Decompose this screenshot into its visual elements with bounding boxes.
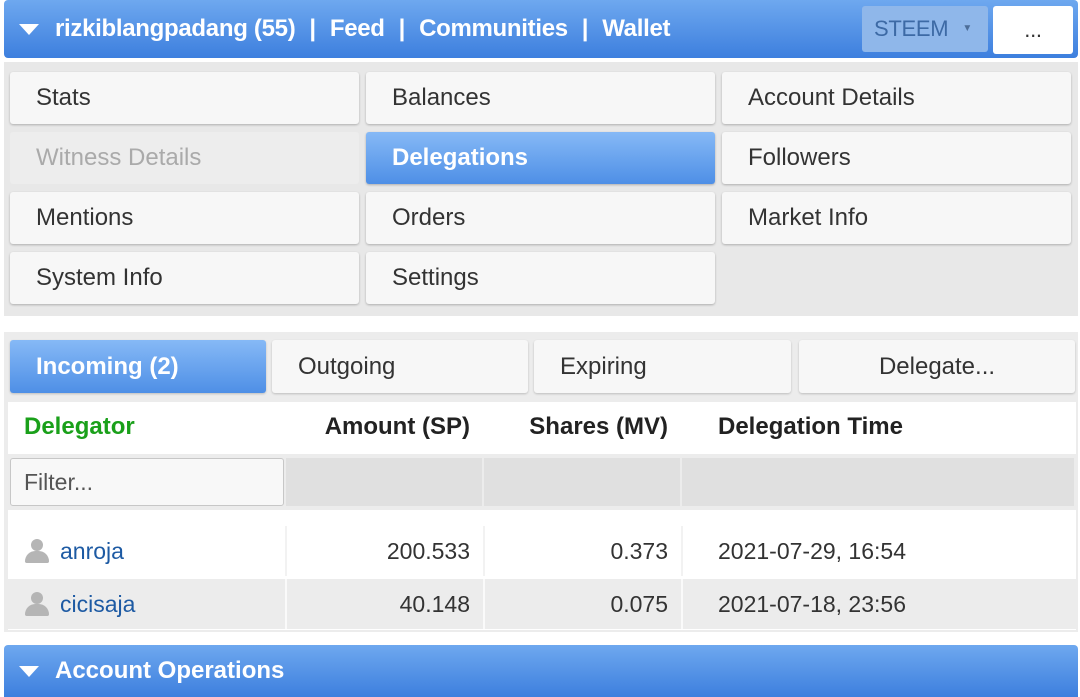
account-header-bar: rizkiblangpadang (55) | Feed | Communiti… [4,0,1078,58]
delegations-panel: Incoming (2) Outgoing Expiring Delegate.… [4,332,1078,632]
column-header-delegator[interactable]: Delegator [24,402,135,452]
collapse-triangle-icon[interactable] [19,23,39,35]
account-operations-header[interactable]: Account Operations [4,645,1078,697]
nav-separator: | [309,15,316,42]
menu-followers-button[interactable]: Followers [722,132,1071,184]
shares-cell: 0.075 [610,590,668,617]
section-title: Account Operations [55,657,285,684]
nav-link-feed[interactable]: Feed [330,15,385,43]
nav-link-communities[interactable]: Communities [419,15,568,43]
menu-delegations-button[interactable]: Delegations [366,132,715,184]
menu-orders-button[interactable]: Orders [366,192,715,244]
menu-account-details-button[interactable]: Account Details [722,72,1071,124]
amount-cell: 40.148 [399,590,470,617]
filter-cell-time [682,458,1074,506]
more-options-button[interactable]: ... [993,6,1073,54]
delegator-link[interactable]: cicisaja [60,579,135,629]
table-row: anroja 200.533 0.373 2021-07-29, 16:54 [8,526,1076,576]
delegation-time-cell: 2021-07-18, 23:56 [718,590,906,617]
filter-row [8,454,1076,510]
menu-balances-button[interactable]: Balances [366,72,715,124]
tab-expiring[interactable]: Expiring [534,340,791,393]
dropdown-caret-icon: ▼ [962,23,972,34]
nav-link-wallet[interactable]: Wallet [602,15,670,43]
currency-value: STEEM [874,16,949,41]
column-header-shares[interactable]: Shares (MV) [488,402,668,452]
delegations-table: Delegator Amount (SP) Shares (MV) Delega… [8,402,1076,630]
menu-system-info-button[interactable]: System Info [10,252,359,304]
nav-separator: | [581,15,589,42]
menu-settings-button[interactable]: Settings [366,252,715,304]
delegator-link[interactable]: anroja [60,526,124,576]
table-row: cicisaja 40.148 0.075 2021-07-18, 23:56 [8,579,1076,629]
delegator-filter-input[interactable] [10,458,284,506]
menu-witness-details-button: Witness Details [10,132,359,184]
menu-mentions-button[interactable]: Mentions [10,192,359,244]
account-name[interactable]: rizkiblangpadang (55) [55,15,296,43]
tab-outgoing[interactable]: Outgoing [272,340,528,393]
collapse-triangle-icon[interactable] [19,665,39,677]
menu-stats-button[interactable]: Stats [10,72,359,124]
tab-delegate[interactable]: Delegate... [799,340,1075,393]
filter-cell-shares [484,458,680,506]
filter-cell-amount [286,458,482,506]
account-menu-panel: Stats Balances Account Details Witness D… [4,62,1078,316]
tab-incoming[interactable]: Incoming (2) [10,340,266,393]
shares-cell: 0.373 [610,537,668,564]
user-icon [24,539,50,563]
column-header-amount[interactable]: Amount (SP) [288,402,470,452]
amount-cell: 200.533 [386,537,470,564]
currency-select[interactable]: STEEM ▼ [862,6,988,52]
delegation-time-cell: 2021-07-29, 16:54 [718,537,906,564]
menu-market-info-button[interactable]: Market Info [722,192,1071,244]
user-icon [24,592,50,616]
nav-separator: | [398,15,406,42]
column-header-delegation-time[interactable]: Delegation Time [718,402,903,452]
